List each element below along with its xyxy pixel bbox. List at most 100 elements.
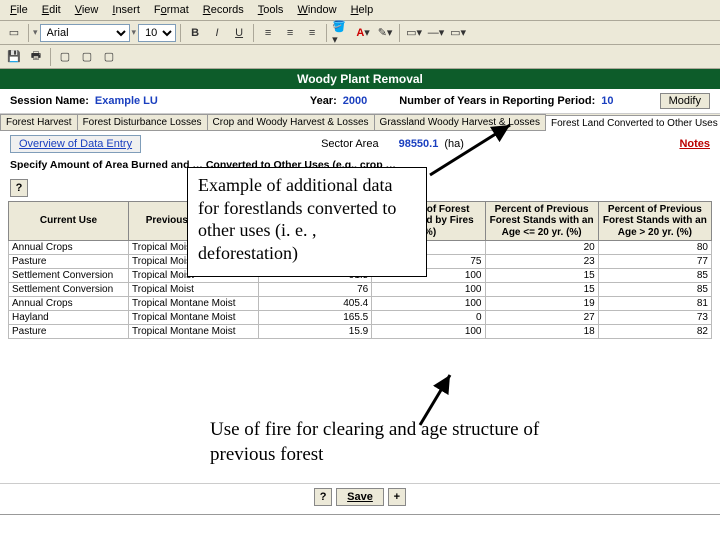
table-row[interactable]: HaylandTropical Montane Moist165.502773: [9, 311, 712, 325]
fill-color-icon[interactable]: 🪣▾: [331, 23, 351, 43]
table-cell[interactable]: 100: [372, 325, 485, 339]
expand-icon[interactable]: ▾: [33, 27, 38, 38]
period-label: Number of Years in Reporting Period:: [399, 95, 595, 107]
table-cell[interactable]: 18: [485, 325, 598, 339]
align-center-icon[interactable]: ≡: [280, 23, 300, 43]
table-cell[interactable]: Tropical Montane Moist: [129, 325, 259, 339]
table-cell[interactable]: Tropical Montane Moist: [129, 311, 259, 325]
table-cell[interactable]: Pasture: [9, 255, 129, 269]
table-cell[interactable]: 27: [485, 311, 598, 325]
font-color-icon[interactable]: A▾: [353, 23, 373, 43]
border-icon[interactable]: ▭▾: [404, 23, 424, 43]
year-value: 2000: [343, 95, 367, 107]
th-pct-lt20: Percent of Previous Forest Stands with a…: [485, 201, 598, 241]
table-cell[interactable]: 19: [485, 297, 598, 311]
session-row: Session Name: Example LU Year: 2000 Numb…: [0, 89, 720, 114]
menu-help[interactable]: Help: [345, 2, 380, 18]
effect-icon[interactable]: ▭▾: [448, 23, 468, 43]
table-cell[interactable]: Tropical Montane Moist: [129, 297, 259, 311]
tab-forest-converted[interactable]: Forest Land Converted to Other Uses: [545, 115, 720, 131]
table-cell[interactable]: 85: [598, 283, 711, 297]
size-select[interactable]: 10: [138, 24, 176, 42]
help-button[interactable]: ?: [10, 179, 28, 197]
expand-icon[interactable]: ▾: [132, 27, 137, 38]
table-cell[interactable]: Settlement Conversion: [9, 283, 129, 297]
overview-button[interactable]: Overview of Data Entry: [10, 135, 141, 153]
table-row[interactable]: Annual CropsTropical Montane Moist405.41…: [9, 297, 712, 311]
tab-forest-harvest[interactable]: Forest Harvest: [0, 114, 78, 130]
table-cell[interactable]: 73: [598, 311, 711, 325]
table-cell[interactable]: Tropical Moist: [129, 283, 259, 297]
tool-icon[interactable]: ▢: [77, 47, 97, 67]
menu-tools[interactable]: Tools: [252, 2, 290, 18]
table-cell[interactable]: 85: [598, 269, 711, 283]
tab-row: Forest Harvest Forest Disturbance Losses…: [0, 114, 720, 131]
table-cell[interactable]: Settlement Conversion: [9, 269, 129, 283]
save-icon[interactable]: 💾: [4, 47, 24, 67]
menu-format[interactable]: Format: [148, 2, 195, 18]
align-left-icon[interactable]: ≡: [258, 23, 278, 43]
table-cell[interactable]: 15: [485, 283, 598, 297]
italic-icon[interactable]: I: [207, 23, 227, 43]
page-title: Woody Plant Removal: [0, 69, 720, 89]
add-button[interactable]: +: [388, 488, 406, 506]
view-icon[interactable]: ▭: [4, 23, 24, 43]
arrow-icon: [420, 120, 520, 180]
table-cell[interactable]: Annual Crops: [9, 241, 129, 255]
table-cell[interactable]: Hayland: [9, 311, 129, 325]
tool-icon[interactable]: ▢: [99, 47, 119, 67]
bold-icon[interactable]: B: [185, 23, 205, 43]
bottom-bar: ? Save +: [0, 483, 720, 510]
year-label: Year:: [310, 95, 337, 107]
toolbar-standard: 💾 🖶 ▢ ▢ ▢: [0, 45, 720, 69]
table-cell[interactable]: 165.5: [259, 311, 372, 325]
th-current-use: Current Use: [9, 201, 129, 241]
menu-records[interactable]: Records: [197, 2, 250, 18]
tab-forest-disturbance[interactable]: Forest Disturbance Losses: [77, 114, 208, 130]
tab-crop-woody[interactable]: Crop and Woody Harvest & Losses: [207, 114, 375, 130]
table-cell[interactable]: Pasture: [9, 325, 129, 339]
table-cell[interactable]: 81: [598, 297, 711, 311]
table-cell[interactable]: Annual Crops: [9, 297, 129, 311]
table-cell[interactable]: 20: [485, 241, 598, 255]
menu-window[interactable]: Window: [291, 2, 342, 18]
table-cell[interactable]: 405.4: [259, 297, 372, 311]
table-cell[interactable]: 15.9: [259, 325, 372, 339]
table-cell[interactable]: 100: [372, 283, 485, 297]
table-row[interactable]: Settlement ConversionTropical Moist76100…: [9, 283, 712, 297]
notes-button[interactable]: Notes: [679, 138, 710, 150]
table-cell[interactable]: 15: [485, 269, 598, 283]
menu-bar: File Edit View Insert Format Records Too…: [0, 0, 720, 21]
align-right-icon[interactable]: ≡: [302, 23, 322, 43]
period-value: 10: [601, 95, 613, 107]
table-cell[interactable]: 76: [259, 283, 372, 297]
annotation-2: Use of fire for clearing and age structu…: [210, 418, 560, 467]
table-cell[interactable]: 23: [485, 255, 598, 269]
sub-row: Overview of Data Entry Sector Area 98550…: [0, 131, 720, 157]
table-cell[interactable]: 80: [598, 241, 711, 255]
tool-icon[interactable]: ▢: [55, 47, 75, 67]
table-cell[interactable]: 77: [598, 255, 711, 269]
font-select[interactable]: Arial: [40, 24, 130, 42]
table-cell[interactable]: 100: [372, 297, 485, 311]
line-color-icon[interactable]: ✎▾: [375, 23, 395, 43]
underline-icon[interactable]: U: [229, 23, 249, 43]
menu-insert[interactable]: Insert: [106, 2, 146, 18]
th-pct-gt20: Percent of Previous Forest Stands with a…: [598, 201, 711, 241]
menu-edit[interactable]: Edit: [36, 2, 67, 18]
print-icon[interactable]: 🖶: [26, 47, 46, 67]
style-icon[interactable]: —▾: [426, 23, 446, 43]
sector-area-label: Sector Area: [321, 138, 378, 150]
help-button[interactable]: ?: [314, 488, 332, 506]
table-row[interactable]: PastureTropical Montane Moist15.91001882: [9, 325, 712, 339]
menu-file[interactable]: File: [4, 2, 34, 18]
menu-view[interactable]: View: [69, 2, 105, 18]
modify-button[interactable]: Modify: [660, 93, 710, 109]
annotation-1: Example of additional data for forestlan…: [187, 167, 427, 277]
footer-nav: [0, 514, 720, 540]
session-name-value: Example LU: [95, 95, 158, 107]
table-cell[interactable]: 0: [372, 311, 485, 325]
table-cell[interactable]: 82: [598, 325, 711, 339]
toolbar-format: ▭ ▾ Arial ▾ 10 B I U ≡ ≡ ≡ 🪣▾ A▾ ✎▾ ▭▾ —…: [0, 21, 720, 45]
save-button[interactable]: Save: [336, 488, 384, 506]
